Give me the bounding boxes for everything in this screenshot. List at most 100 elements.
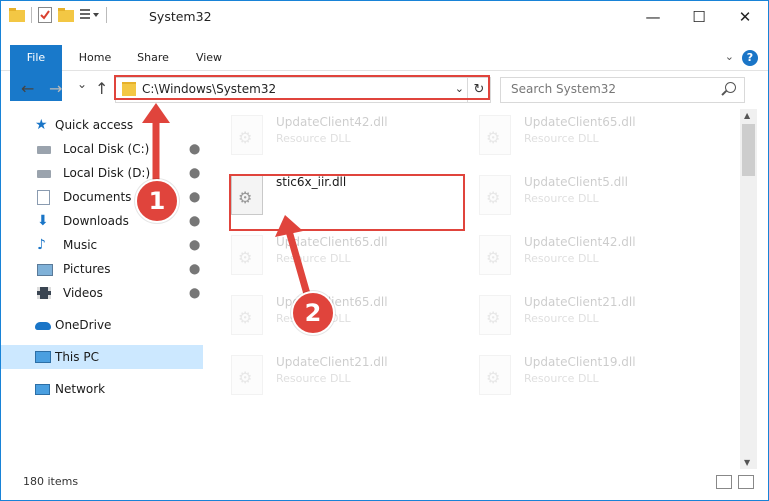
cloud-icon: [35, 322, 51, 330]
vertical-scrollbar[interactable]: ▲ ▼: [740, 109, 757, 469]
expand-ribbon-icon[interactable]: ⌄: [725, 50, 734, 63]
sidebar-item-network[interactable]: Network: [1, 377, 203, 401]
sidebar-item-label: Videos: [63, 286, 103, 300]
file-name: UpdateClient21.dll: [276, 355, 388, 369]
up-button[interactable]: ↑: [95, 79, 108, 98]
pin-icon[interactable]: ⬤: [189, 216, 200, 227]
file-name: UpdateClient42.dll: [276, 115, 388, 129]
pin-icon[interactable]: ⬤: [189, 240, 200, 251]
sidebar-item-videos[interactable]: Videos ⬤: [1, 281, 203, 305]
file-type: Resource DLL: [524, 372, 599, 385]
quick-access-toolbar: [9, 7, 107, 23]
title-bar: System32 — ☐ ✕: [1, 1, 768, 32]
scroll-thumb[interactable]: [742, 124, 755, 176]
address-highlight: [114, 75, 490, 100]
scroll-down-icon[interactable]: ▼: [744, 458, 750, 467]
file-name: UpdateClient42.dll: [524, 235, 636, 249]
downloads-icon: ⬇: [37, 213, 49, 229]
scroll-up-icon[interactable]: ▲: [744, 111, 750, 120]
step-1-badge: 1: [135, 179, 179, 223]
dll-file-icon: [479, 235, 511, 275]
file-type: Resource DLL: [524, 312, 599, 325]
tab-view[interactable]: View: [185, 45, 233, 70]
sidebar-item-this-pc[interactable]: This PC: [1, 345, 203, 369]
pin-icon[interactable]: ⬤: [189, 168, 200, 179]
file-type: Resource DLL: [276, 132, 351, 145]
tab-home[interactable]: Home: [71, 45, 119, 70]
file-name: UpdateClient19.dll: [524, 355, 636, 369]
file-item[interactable]: UpdateClient42.dll Resource DLL: [454, 229, 684, 285]
window-title: System32: [149, 9, 212, 24]
status-bar: 180 items: [1, 471, 768, 493]
minimize-button[interactable]: —: [630, 1, 676, 32]
pin-icon[interactable]: ⬤: [189, 264, 200, 275]
maximize-button[interactable]: ☐: [676, 1, 722, 32]
new-folder-icon[interactable]: [58, 8, 74, 22]
file-type: Resource DLL: [524, 192, 599, 205]
file-name: UpdateClient21.dll: [524, 295, 636, 309]
ribbon-tabs: File Home Share View ⌄ ?: [1, 45, 768, 101]
step-2-badge: 2: [291, 291, 335, 335]
file-item[interactable]: UpdateClient21.dll Resource DLL: [206, 349, 436, 405]
star-icon: ★: [35, 117, 48, 133]
network-icon: [35, 384, 50, 395]
sidebar-item-onedrive[interactable]: OneDrive: [1, 313, 203, 337]
search-placeholder: Search System32: [511, 82, 617, 96]
properties-icon[interactable]: [38, 7, 52, 23]
toolbar-separator: [106, 7, 107, 23]
file-name: UpdateClient65.dll: [524, 115, 636, 129]
file-type: Resource DLL: [524, 252, 599, 265]
file-item[interactable]: UpdateClient19.dll Resource DLL: [454, 349, 684, 405]
close-button[interactable]: ✕: [722, 1, 768, 32]
sidebar-item-label: OneDrive: [55, 318, 112, 332]
dll-file-icon: [479, 355, 511, 395]
sidebar-item-label: Downloads: [63, 214, 129, 228]
file-item[interactable]: UpdateClient21.dll Resource DLL: [454, 289, 684, 345]
pin-icon[interactable]: ⬤: [189, 288, 200, 299]
file-type: Resource DLL: [524, 132, 599, 145]
file-item[interactable]: UpdateClient65.dll Resource DLL: [454, 109, 684, 165]
sidebar-item-label: Network: [55, 382, 106, 396]
pictures-icon: [37, 264, 53, 276]
dll-file-icon: [479, 115, 511, 155]
sidebar-item-label: Documents: [63, 190, 132, 204]
explorer-window: System32 — ☐ ✕ File Home Share View ⌄ ? …: [0, 0, 769, 501]
help-button[interactable]: ?: [742, 50, 758, 66]
search-icon: [725, 82, 736, 93]
drive-icon: [37, 170, 51, 178]
sidebar-item-label: Music: [63, 238, 98, 252]
drive-icon: [37, 146, 51, 154]
back-button[interactable]: ←: [21, 79, 34, 98]
sidebar-item-label: Pictures: [63, 262, 111, 276]
sidebar-item-pictures[interactable]: Pictures ⬤: [1, 257, 203, 281]
file-name: UpdateClient5.dll: [524, 175, 628, 189]
tab-share[interactable]: Share: [129, 45, 177, 70]
view-switcher: [716, 475, 754, 489]
recent-locations-button[interactable]: ⌄: [77, 77, 87, 91]
dll-file-icon: [231, 115, 263, 155]
dll-file-icon: [231, 235, 263, 275]
pin-icon[interactable]: ⬤: [189, 192, 200, 203]
customize-toolbar-icon[interactable]: [80, 8, 100, 22]
dll-file-icon: [479, 175, 511, 215]
pin-icon[interactable]: ⬤: [189, 144, 200, 155]
file-item[interactable]: UpdateClient5.dll Resource DLL: [454, 169, 684, 225]
details-view-icon[interactable]: [716, 475, 732, 489]
file-highlight: [229, 174, 465, 231]
large-icons-view-icon[interactable]: [738, 475, 754, 489]
folder-icon: [9, 8, 25, 22]
search-input[interactable]: Search System32: [500, 77, 745, 103]
sidebar-item-music[interactable]: ♪ Music ⬤: [1, 233, 203, 257]
music-icon: ♪: [37, 237, 46, 253]
forward-button[interactable]: →: [49, 79, 62, 98]
videos-icon: [37, 287, 51, 299]
documents-icon: [37, 190, 50, 205]
computer-icon: [35, 351, 51, 363]
file-item[interactable]: UpdateClient42.dll Resource DLL: [206, 109, 436, 165]
toolbar-separator: [31, 7, 32, 23]
dll-file-icon: [231, 355, 263, 395]
sidebar-item-label: This PC: [55, 350, 99, 364]
sidebar-item-label: Quick access: [55, 118, 134, 132]
item-count: 180 items: [23, 475, 79, 488]
dll-file-icon: [479, 295, 511, 335]
